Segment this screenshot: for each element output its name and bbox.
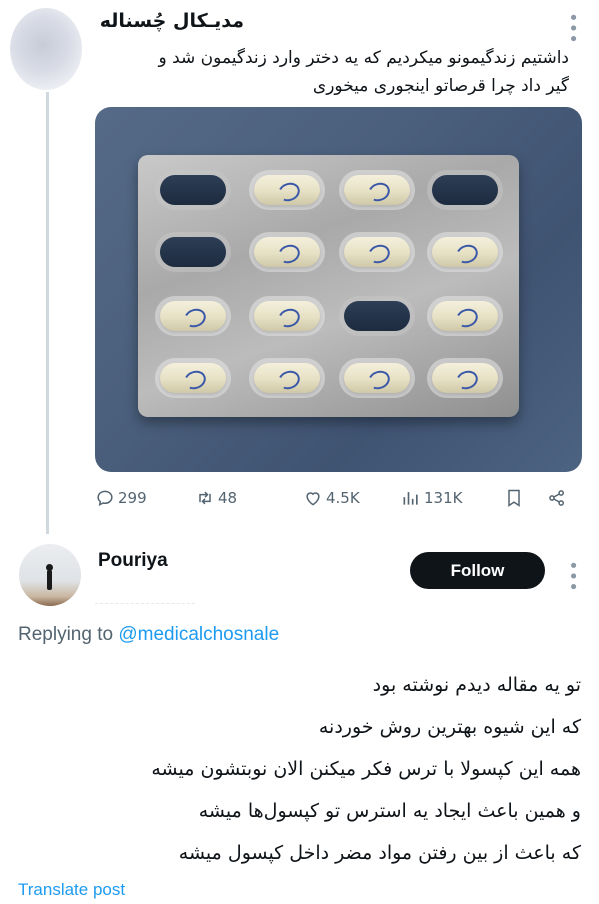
share-button[interactable] (547, 486, 567, 510)
reply-button[interactable]: 299 (95, 486, 147, 510)
retweet-button[interactable]: 48 (195, 486, 237, 510)
author-name[interactable]: مدیـکال چُسناله (100, 10, 244, 32)
reply-icon (97, 490, 113, 507)
replying-to: Replying to @medicalchosnale (18, 624, 279, 646)
reply-text-line: همه این کپسولا با ترس فکر میکنن الان نوب… (151, 758, 581, 780)
reply-text-line: که این شیوه بهترین روش خوردنه (318, 716, 581, 738)
empty-pill-slot (160, 237, 226, 267)
reply-text-line: و همین باعث ایجاد یه استرس تو کپسول‌ها م… (198, 800, 581, 822)
capsule (344, 175, 410, 205)
views-button[interactable]: 131K (401, 486, 462, 510)
share-icon (549, 490, 564, 506)
capsule (254, 301, 320, 331)
translate-post-link[interactable]: Translate post (18, 880, 125, 900)
tweet-text-line: گیر داد چرا قرصاتو اینجوری میخوری (312, 76, 569, 96)
empty-pill-slot (344, 301, 410, 331)
retweet-count: 48 (218, 489, 238, 507)
replying-prefix: Replying to (18, 624, 114, 645)
retweet-icon (199, 491, 211, 505)
reply-text-line: تو یه مقاله دیدم نوشته بود (372, 674, 581, 696)
bookmark-icon (508, 489, 520, 507)
tweet-text: داشتیم زندگیمونو میکردیم که یه دختر وارد… (69, 44, 570, 100)
avatar-figure (46, 564, 53, 590)
reply-author-name[interactable]: Pouriya (98, 550, 168, 572)
tweet-photo[interactable] (95, 107, 582, 472)
capsule (432, 363, 498, 393)
reply-text: تو یه مقاله دیدم نوشته بود که این شیوه ب… (21, 664, 581, 874)
capsule (254, 175, 320, 205)
capsule (432, 301, 498, 331)
reply-count: 299 (118, 489, 147, 507)
capsule (160, 301, 226, 331)
empty-pill-slot (160, 175, 226, 205)
view-count: 131K (424, 489, 463, 507)
more-icon[interactable]: ••• (562, 12, 583, 44)
capsule (432, 237, 498, 267)
like-count: 4.5K (326, 489, 360, 507)
avatar[interactable] (19, 544, 81, 606)
capsule (254, 237, 320, 267)
empty-pill-slot (432, 175, 498, 205)
capsule (344, 237, 410, 267)
capsule (160, 363, 226, 393)
divider (95, 603, 195, 604)
like-button[interactable]: 4.5K (303, 486, 360, 510)
tweet-text-line: داشتیم زندگیمونو میکردیم که یه دختر وارد… (158, 48, 570, 68)
capsule (344, 363, 410, 393)
heart-icon (306, 492, 320, 506)
bookmark-button[interactable] (504, 486, 524, 510)
pill-blister-pack (138, 155, 519, 417)
thread-connector-line (46, 92, 49, 534)
capsule (254, 363, 320, 393)
views-icon (403, 492, 418, 505)
tweet-actions-bar: 299 48 4.5K 131K (95, 486, 582, 510)
reply-text-line: که باعث از بین رفتن مواد مضر داخل کپسول … (178, 842, 581, 864)
follow-button[interactable]: Follow (410, 552, 545, 589)
more-icon[interactable]: ••• (562, 560, 583, 592)
replying-handle-link[interactable]: @medicalchosnale (118, 624, 279, 645)
